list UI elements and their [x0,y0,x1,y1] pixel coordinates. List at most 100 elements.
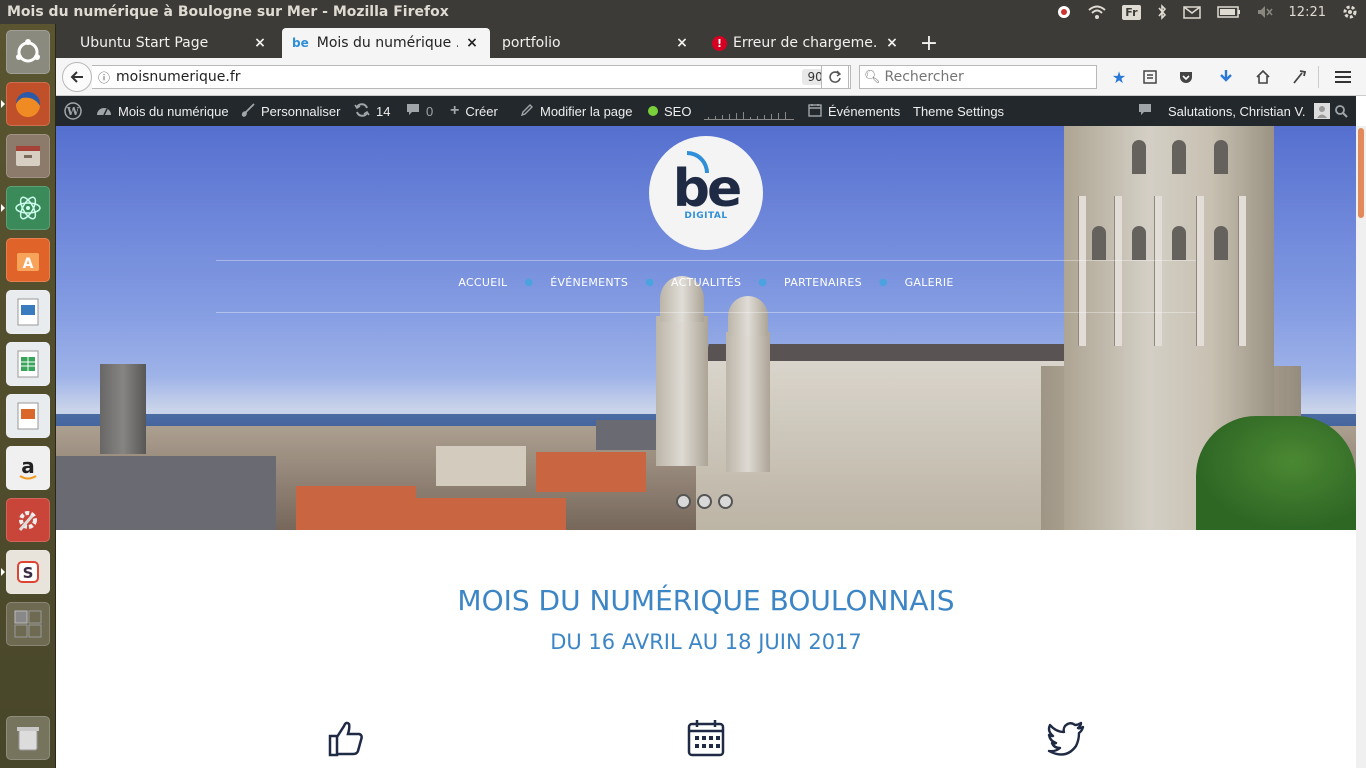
tab-close-icon[interactable]: × [464,35,480,51]
admin-updates[interactable]: 14 [354,96,390,126]
slider-dot[interactable] [676,494,691,509]
admin-seo[interactable]: SEO [648,96,691,126]
trash-icon[interactable] [6,716,50,760]
sparkline-tick [722,115,723,119]
workspace-switcher-icon[interactable] [6,602,50,646]
wordpress-logo-icon[interactable]: W [64,96,82,126]
search-bar[interactable]: 🔍︎ [859,65,1097,89]
firefox-icon[interactable] [1,82,50,126]
toolbar-separator [1318,66,1319,88]
nav-item-galerie[interactable]: GALERIE [888,276,971,289]
hero-divider [216,312,1196,313]
pocket-icon[interactable] [1173,65,1199,89]
tab-label: Erreur de chargeme... [733,35,878,51]
nav-item-accueil[interactable]: ACCUEIL [441,276,524,289]
admin-theme-settings[interactable]: Theme Settings [913,96,1004,126]
reload-button[interactable] [821,65,849,89]
dropbox-icon[interactable] [1048,0,1080,24]
nav-separator-icon: ● [645,277,654,288]
admin-edit-page[interactable]: Modifier la page [520,96,633,126]
volume-mute-icon[interactable] [1249,0,1281,24]
page-content: be DIGITAL ACCUEIL ● ÉVÉNEMENTS ● ACTUAL… [56,126,1356,768]
tab-erreur-de-chargement[interactable]: ! Erreur de chargeme... × [702,28,910,58]
ubuntu-dash-icon[interactable] [6,30,50,74]
slack-icon[interactable]: S [1,550,50,594]
hamburger-menu-icon[interactable] [1330,65,1356,89]
calendar-icon[interactable] [686,718,726,758]
admin-site-name[interactable]: Mois du numérique [96,96,229,126]
tab-close-icon[interactable]: × [674,35,690,51]
mail-icon[interactable] [1175,0,1209,24]
site-info-icon[interactable]: ⓘ [92,69,116,86]
page-title: MOIS DU NUMÉRIQUE BOULONNAIS [457,584,955,617]
admin-events-label: Événements [828,103,901,119]
back-button[interactable] [62,62,92,92]
amazon-icon[interactable]: a [6,446,50,490]
sparkline-tick [778,113,779,119]
keyboard-icon[interactable]: Fr [1114,0,1148,24]
admin-comments[interactable]: 0 [406,96,433,126]
error-icon: ! [712,35,727,51]
top-panel: Mois du numérique à Boulogne sur Mer - M… [0,0,1366,24]
scrollbar-thumb[interactable] [1358,128,1364,218]
reading-list-icon[interactable] [1137,65,1163,89]
seo-status-icon [648,106,658,116]
wifi-signal-icon [686,151,709,173]
site-logo[interactable]: be DIGITAL [649,136,763,250]
home-icon[interactable] [1250,65,1276,89]
bookmark-star-icon[interactable]: ★ [1106,65,1132,89]
battery-icon[interactable] [1209,0,1249,24]
clock[interactable]: 12:21 [1281,0,1334,24]
admin-events[interactable]: Événements [808,96,900,126]
tab-label: Mois du numérique ... [316,35,458,51]
tab-close-icon[interactable]: × [884,35,900,51]
files-icon[interactable] [6,134,50,178]
tab-close-icon[interactable]: × [252,35,268,51]
hero-divider [216,260,1196,261]
libreoffice-draw-icon[interactable] [6,290,50,334]
bluetooth-icon[interactable] [1149,0,1175,24]
admin-search-icon[interactable] [1334,96,1348,126]
svg-text:a: a [21,454,35,478]
nav-separator-icon: ● [878,277,888,288]
hero-slider: be DIGITAL ACCUEIL ● ÉVÉNEMENTS ● ACTUAL… [56,126,1356,530]
admin-seo-label: SEO [664,103,692,119]
thumbs-up-icon[interactable] [326,718,366,758]
admin-customize-label: Personnaliser [261,103,341,119]
pencil-icon [520,103,534,120]
extension-icon[interactable] [1286,65,1312,89]
traffic-sparkline[interactable] [704,110,794,120]
libreoffice-impress-icon[interactable] [6,394,50,438]
url-bar[interactable]: ⓘ moisnumerique.fr 90 % [92,65,851,89]
wifi-icon[interactable] [1080,0,1114,24]
admin-new[interactable]: + Créer [450,96,498,126]
new-tab-button[interactable]: + [914,28,944,58]
downloads-icon[interactable] [1213,65,1239,89]
libreoffice-calc-icon[interactable] [6,342,50,386]
slider-dot[interactable] [697,494,712,509]
nav-item-partenaires[interactable]: PARTENAIRES [767,276,879,289]
main-navigation: ACCUEIL ● ÉVÉNEMENTS ● ACTUALITÉS ● PART… [56,276,1356,289]
page-scrollbar[interactable] [1356,126,1366,768]
system-settings-icon[interactable] [6,498,50,542]
sparkline-tick [764,115,765,119]
slider-dot[interactable] [718,494,733,509]
gear-icon[interactable] [1334,0,1366,24]
admin-notification[interactable] [1138,96,1152,126]
nav-item-actualites[interactable]: ACTUALITÉS [654,276,758,289]
avatar [1313,103,1330,119]
admin-customize[interactable]: Personnaliser [241,96,341,126]
svg-text:S: S [23,564,34,582]
notification-icon [1138,103,1152,120]
url-text[interactable]: moisnumerique.fr [116,69,802,85]
search-input[interactable] [884,69,1085,85]
nav-item-evenements[interactable]: ÉVÉNEMENTS [533,276,645,289]
twitter-icon[interactable] [1046,718,1086,758]
tab-mois-du-numerique[interactable]: be Mois du numérique ... × [282,28,490,58]
admin-new-label: Créer [465,103,498,119]
software-center-icon[interactable]: A [6,238,50,282]
atom-icon[interactable] [1,186,50,230]
tab-ubuntu-start-page[interactable]: Ubuntu Start Page × [70,28,278,58]
tab-portfolio[interactable]: portfolio × [492,28,700,58]
admin-account[interactable]: Salutations, Christian V. [1168,96,1330,126]
